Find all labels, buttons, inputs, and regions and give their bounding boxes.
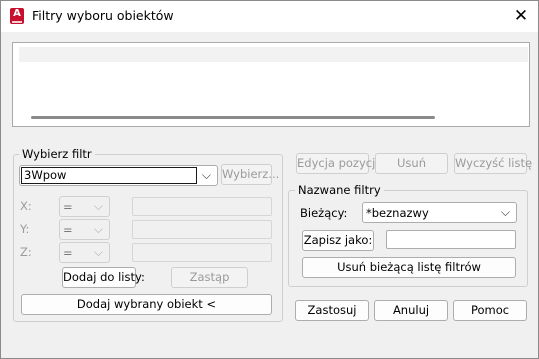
current-filter-select[interactable]: *beznazwy ⌵ (362, 202, 517, 223)
save-as-button[interactable]: Zapisz jako: (302, 230, 374, 251)
horizontal-scrollbar[interactable] (31, 116, 435, 119)
add-to-list-button[interactable]: Dodaj do listy: (62, 267, 145, 288)
delete-current-filter-list-button[interactable]: Usuń bieżącą listę filtrów (302, 257, 516, 278)
add-selected-object-button[interactable]: Dodaj wybrany obiekt < (21, 294, 272, 315)
y-label: Y: (20, 222, 30, 236)
current-filter-label: Bieżący: (300, 206, 348, 220)
z-value-field[interactable] (132, 243, 272, 262)
chevron-down-icon: ⌵ (201, 168, 211, 182)
edit-item-button[interactable]: Edycja pozycji (296, 153, 378, 174)
y-operator-value: = (63, 223, 73, 237)
z-label: Z: (20, 245, 32, 259)
select-button[interactable]: Wybierz... (221, 164, 279, 185)
y-operator-select[interactable]: = ⌵ (59, 219, 110, 240)
apply-button[interactable]: Zastosuj (295, 300, 369, 321)
z-operator-value: = (63, 246, 73, 260)
clear-list-button[interactable]: Wyczyść listę (454, 153, 532, 174)
list-item[interactable] (19, 47, 528, 62)
dialog-title: Filtry wyboru obiektów (32, 8, 174, 23)
x-operator-value: = (63, 200, 73, 214)
chevron-down-icon: ⌵ (93, 199, 103, 213)
help-button[interactable]: Pomoc (453, 300, 527, 321)
close-icon[interactable]: ✕ (511, 6, 531, 26)
current-filter-value: *beznazwy (366, 206, 429, 220)
filter-list[interactable] (12, 42, 530, 127)
title-bar: A Filtry wyboru obiektów ✕ (1, 1, 538, 32)
save-as-name-input[interactable] (386, 230, 516, 249)
y-value-field[interactable] (132, 220, 272, 239)
replace-button[interactable]: Zastąp (171, 267, 248, 288)
x-label: X: (20, 199, 32, 213)
object-type-select[interactable]: 3Wpow ⌵ (19, 165, 218, 186)
delete-item-button[interactable]: Usuń (375, 153, 448, 174)
chevron-down-icon: ⌵ (93, 222, 103, 236)
z-operator-select[interactable]: = ⌵ (59, 242, 110, 263)
chevron-down-icon: ⌵ (500, 205, 510, 219)
chevron-down-icon: ⌵ (93, 245, 103, 259)
object-type-value: 3Wpow (21, 167, 197, 184)
autocad-app-icon: A (10, 8, 24, 24)
x-value-field[interactable] (132, 197, 272, 216)
cancel-button[interactable]: Anuluj (374, 300, 448, 321)
filter-dialog: A Filtry wyboru obiektów ✕ Wybierz filtr… (0, 0, 539, 359)
x-operator-select[interactable]: = ⌵ (59, 196, 110, 217)
named-filters-group-label: Nazwane filtry (295, 183, 384, 197)
select-filter-group-label: Wybierz filtr (19, 147, 95, 161)
